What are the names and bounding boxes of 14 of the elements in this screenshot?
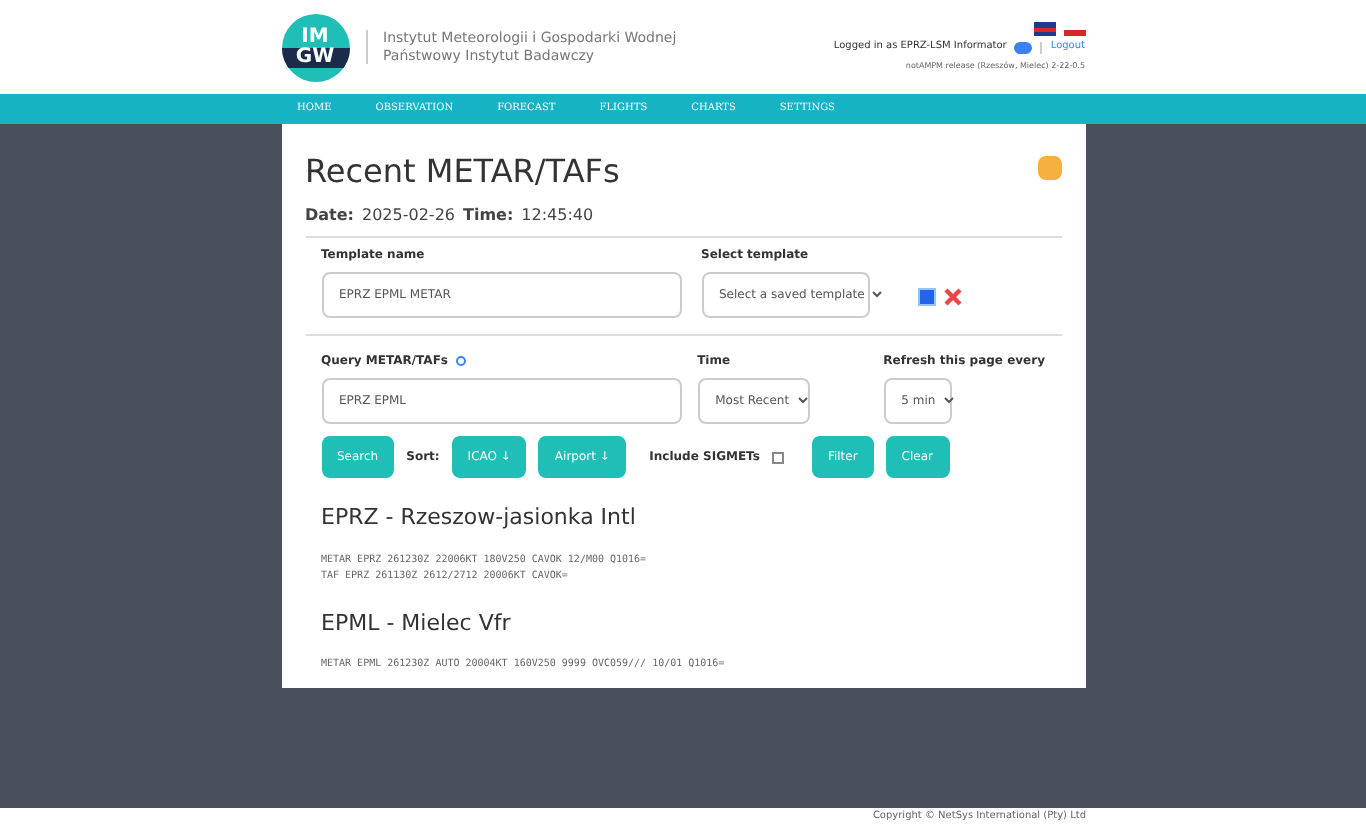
date-value: 2025-02-26 — [362, 204, 455, 228]
sigmets-checkbox[interactable] — [771, 451, 784, 463]
delete-icon[interactable] — [943, 288, 961, 306]
page-title: Recent METAR/TAFs — [305, 150, 620, 194]
time-value: 12:45:40 — [521, 204, 594, 228]
station-heading: EPRZ - Rzeszow-jasionka Intl — [321, 502, 638, 534]
station-heading: EPML - Mielec Vfr — [321, 607, 513, 639]
chevron-icon — [872, 290, 883, 299]
save-icon[interactable] — [917, 288, 935, 306]
chevron-icon — [943, 396, 954, 405]
time-label: Time: — [463, 204, 514, 228]
date-label: Date: — [305, 204, 354, 228]
chevron-icon — [797, 396, 808, 405]
logo-icon: IM GW — [281, 13, 349, 81]
